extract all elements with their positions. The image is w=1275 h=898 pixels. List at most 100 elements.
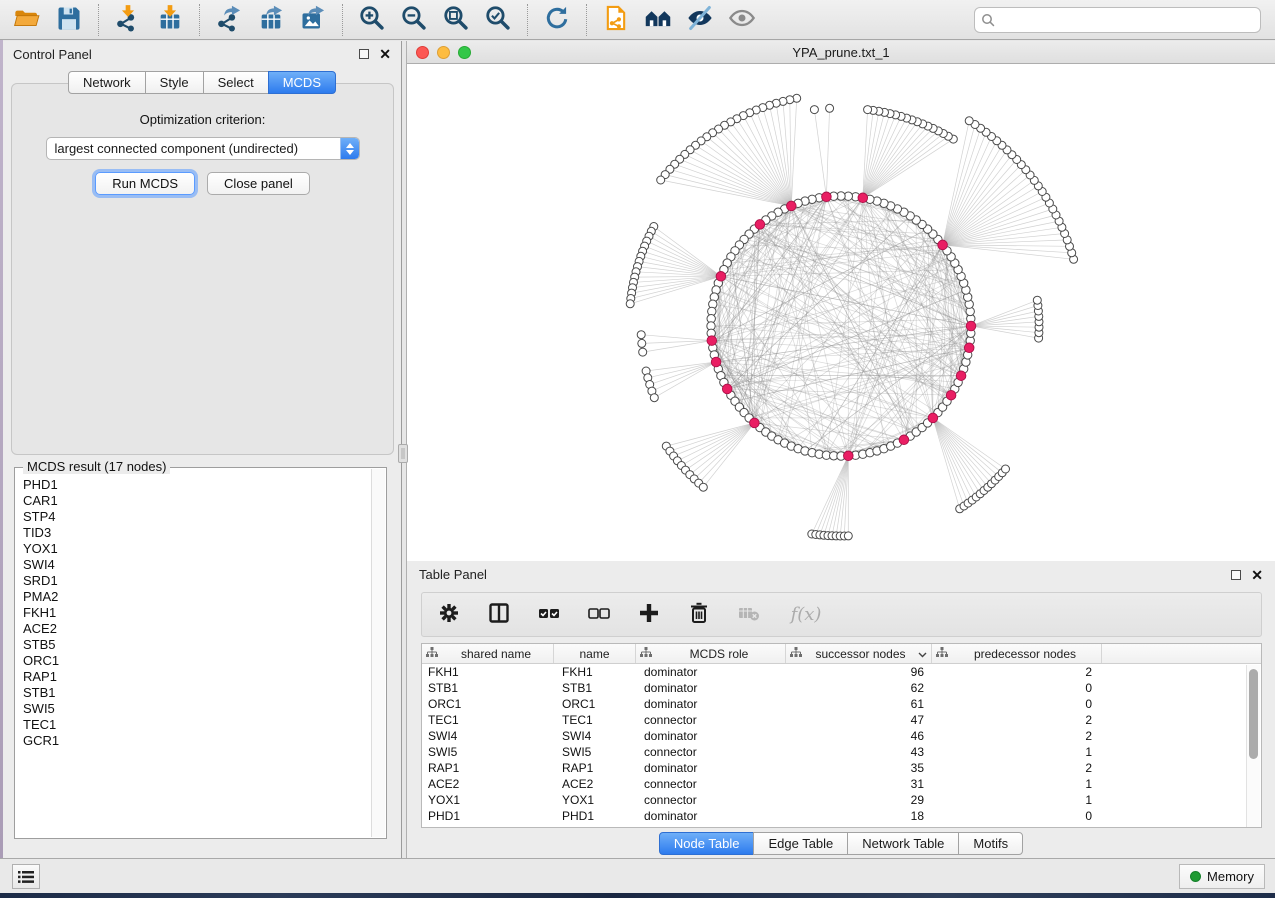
table-cell: TEC1 [554,712,636,728]
table-row[interactable]: FKH1FKH1dominator962 [422,664,1261,680]
table-row[interactable]: RAP1RAP1dominator352 [422,760,1261,776]
deselect-all-rows-button[interactable] [586,602,612,628]
criterion-dropdown-value: largest connected component (undirected) [47,141,340,156]
table-row[interactable]: ACE2ACE2connector311 [422,776,1261,792]
hide-details-button[interactable] [681,3,719,37]
table-cell: SWI5 [554,744,636,760]
table-cell: YOX1 [554,792,636,808]
mcds-result-scrollbar[interactable] [371,469,385,837]
close-table-panel-icon[interactable]: ✕ [1251,570,1263,580]
tab-mcds[interactable]: MCDS [268,71,336,94]
table-cell: 96 [786,664,932,680]
tab-node-table[interactable]: Node Table [659,832,755,855]
shared-column-icon [640,647,657,661]
mcds-result-item[interactable]: SWI4 [23,557,370,573]
show-view-button[interactable] [723,3,761,37]
zoom-fit-button[interactable] [437,3,475,37]
shared-column-icon [936,647,953,661]
mcds-result-item[interactable]: CAR1 [23,493,370,509]
table-cell: 0 [932,808,1102,824]
tab-edge-table[interactable]: Edge Table [753,832,848,855]
table-row[interactable]: PHD1PHD1dominator180 [422,808,1261,824]
table-cell: 2 [932,664,1102,680]
import-network-button[interactable] [109,3,147,37]
mcds-result-item[interactable]: TEC1 [23,717,370,733]
export-table-button[interactable] [252,3,290,37]
mcds-result-item[interactable]: SWI5 [23,701,370,717]
table-cell: 47 [786,712,932,728]
search-input[interactable] [999,13,1254,28]
apply-layout-button[interactable] [538,3,576,37]
table-row[interactable]: TEC1TEC1connector472 [422,712,1261,728]
float-panel-icon[interactable] [359,49,369,59]
open-session-button[interactable] [8,3,46,37]
column-layout-button[interactable] [486,602,512,628]
panel-splitter[interactable] [398,444,408,463]
tab-network[interactable]: Network [68,71,146,94]
float-table-panel-icon[interactable] [1231,570,1241,580]
mcds-result-item[interactable]: ACE2 [23,621,370,637]
mcds-result-item[interactable]: GCR1 [23,733,370,749]
task-history-button[interactable] [12,864,40,889]
mcds-result-item[interactable]: SRD1 [23,573,370,589]
table-row[interactable]: SWI4SWI4dominator462 [422,728,1261,744]
share-network-button[interactable] [597,3,635,37]
table-cell: connector [636,744,786,760]
mcds-result-item[interactable]: STP4 [23,509,370,525]
function-builder-icon: f(x) [791,604,822,625]
mcds-result-item[interactable]: STB1 [23,685,370,701]
column-header-MCDS-role[interactable]: MCDS role [636,644,786,663]
delete-column-button[interactable] [686,602,712,628]
table-cell: 35 [786,760,932,776]
network-overview-button[interactable] [639,3,677,37]
mcds-result-item[interactable]: TID3 [23,525,370,541]
export-image-button[interactable] [294,3,332,37]
memory-button[interactable]: Memory [1179,864,1265,889]
column-header-predecessor-nodes[interactable]: predecessor nodes [932,644,1102,663]
table-row[interactable]: STB1STB1dominator620 [422,680,1261,696]
mcds-result-item[interactable]: YOX1 [23,541,370,557]
network-canvas-svg[interactable] [407,64,1275,561]
table-cell: 61 [786,696,932,712]
mcds-result-item[interactable]: STB5 [23,637,370,653]
mcds-result-list[interactable]: PHD1CAR1STP4TID3YOX1SWI4SRD1PMA2FKH1ACE2… [16,471,370,837]
column-header-label: name [558,647,631,661]
column-header-shared-name[interactable]: shared name [422,644,554,663]
mcds-result-item[interactable]: ORC1 [23,653,370,669]
table-row[interactable]: SWI5SWI5connector431 [422,744,1261,760]
column-header-name[interactable]: name [554,644,636,663]
criterion-dropdown[interactable]: largest connected component (undirected) [46,137,360,160]
run-mcds-button[interactable]: Run MCDS [95,172,195,195]
mcds-result-item[interactable]: FKH1 [23,605,370,621]
node-table-scrollbar[interactable] [1246,665,1260,827]
optimization-criterion-label: Optimization criterion: [12,112,393,127]
select-all-rows-button[interactable] [536,602,562,628]
column-header-successor-nodes[interactable]: successor nodes [786,644,932,663]
network-window-titlebar[interactable]: YPA_prune.txt_1 [407,41,1275,64]
table-panel-header: Table Panel ✕ [407,561,1275,588]
save-session-button[interactable] [50,3,88,37]
table-row[interactable]: YOX1YOX1connector291 [422,792,1261,808]
table-row[interactable]: ORC1ORC1dominator610 [422,696,1261,712]
toolbar-separator [586,4,587,36]
zoom-selected-button[interactable] [479,3,517,37]
column-settings-button[interactable] [436,602,462,628]
close-panel-icon[interactable]: ✕ [379,49,391,59]
close-panel-button[interactable]: Close panel [207,172,310,195]
import-table-button[interactable] [151,3,189,37]
tab-motifs[interactable]: Motifs [958,832,1023,855]
table-cell: dominator [636,664,786,680]
tab-style[interactable]: Style [145,71,204,94]
zoom-out-button[interactable] [395,3,433,37]
mcds-result-item[interactable]: PHD1 [23,477,370,493]
add-column-button[interactable] [636,602,662,628]
search-field[interactable] [974,7,1261,33]
tab-select[interactable]: Select [203,71,269,94]
scrollbar-thumb[interactable] [1249,669,1258,759]
mcds-result-item[interactable]: PMA2 [23,589,370,605]
hide-details-icon [686,4,714,35]
export-network-button[interactable] [210,3,248,37]
tab-network-table[interactable]: Network Table [847,832,959,855]
mcds-result-item[interactable]: RAP1 [23,669,370,685]
zoom-in-button[interactable] [353,3,391,37]
